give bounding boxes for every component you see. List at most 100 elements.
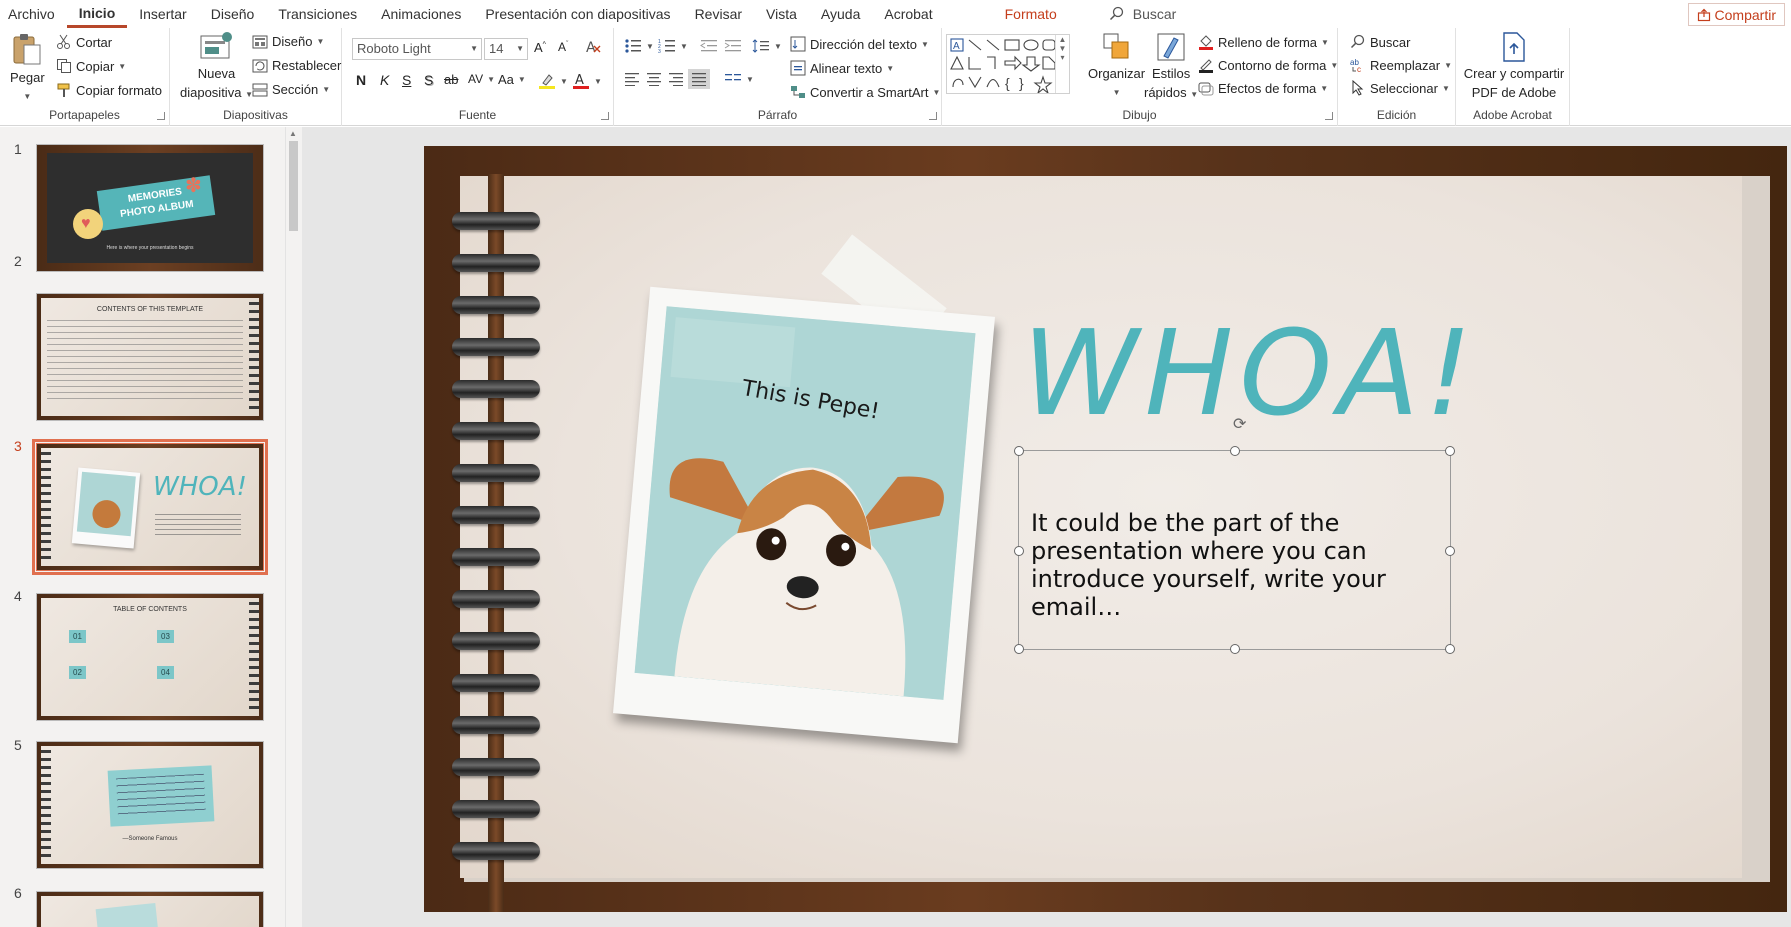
paste-button[interactable]: Pegar ▼	[10, 32, 45, 104]
slides-group-label: Diapositivas	[223, 108, 288, 122]
resize-handle[interactable]	[1230, 644, 1240, 654]
shapes-gallery-scroll[interactable]: ▲ ▼ ▾	[1055, 35, 1069, 93]
find-button[interactable]: Buscar	[1350, 34, 1410, 50]
highlight-button[interactable]: ▼	[538, 72, 568, 90]
copy-button[interactable]: Copiar ▼	[56, 58, 126, 74]
cut-button[interactable]: Cortar	[56, 34, 112, 50]
layout-button[interactable]: Diseño ▼	[252, 34, 324, 49]
shape-fill-button[interactable]: Relleno de forma ▼	[1198, 34, 1329, 50]
tab-formato[interactable]: Formato	[993, 0, 1069, 28]
tab-insertar[interactable]: Insertar	[127, 0, 198, 28]
font-color-button[interactable]: A ▼	[572, 72, 602, 90]
thumb-title: CONTENTS OF THIS TEMPLATE	[96, 306, 204, 313]
copy-format-button[interactable]: Copiar formato	[56, 82, 162, 98]
reset-label: Restablecer	[272, 58, 342, 73]
svg-text:A: A	[575, 73, 584, 88]
tab-presentacion[interactable]: Presentación con diapositivas	[473, 0, 682, 28]
share-label: Compartir	[1714, 6, 1776, 23]
reset-button[interactable]: Restablecer	[252, 58, 341, 73]
underline-button[interactable]: S	[402, 72, 411, 88]
slide-thumbnail-6[interactable]	[36, 891, 264, 927]
bold-button[interactable]: N	[356, 72, 366, 88]
tab-diseno[interactable]: Diseño	[199, 0, 267, 28]
share-icon	[1697, 8, 1710, 21]
paste-label: Pegar	[10, 70, 45, 85]
share-button[interactable]: Compartir	[1687, 3, 1785, 26]
resize-handle[interactable]	[1014, 546, 1024, 556]
group-clipboard: Pegar ▼ Cortar Copiar ▼ Copiar formato P…	[0, 28, 170, 126]
polaroid-frame[interactable]: This is Pepe!	[613, 286, 995, 744]
decrease-indent-button[interactable]	[700, 38, 718, 54]
smartart-button[interactable]: Convertir a SmartArt ▼	[790, 84, 940, 100]
italic-button[interactable]: K	[380, 72, 389, 88]
slide-thumbnail-1[interactable]: MEMORIES PHOTO ALBUM ♥ ✽ Here is where y…	[36, 144, 264, 272]
clipboard-launcher-icon[interactable]	[157, 112, 165, 120]
align-right-button[interactable]	[668, 72, 684, 86]
numbering-button[interactable]: 123 ▼	[658, 38, 688, 54]
search-box[interactable]: Buscar	[1109, 0, 1176, 28]
tab-vista[interactable]: Vista	[754, 0, 809, 28]
columns-button[interactable]: ▼	[724, 72, 754, 86]
grow-font-button[interactable]: A^	[534, 40, 546, 55]
tab-revisar[interactable]: Revisar	[683, 0, 754, 28]
thumbnail-scrollbar[interactable]: ▲	[285, 127, 300, 927]
resize-handle[interactable]	[1445, 644, 1455, 654]
tab-ayuda[interactable]: Ayuda	[809, 0, 872, 28]
strikethrough-button[interactable]: ab	[444, 72, 458, 87]
resize-handle[interactable]	[1445, 546, 1455, 556]
line-spacing-button[interactable]: ▼	[752, 38, 782, 54]
justify-button[interactable]	[688, 69, 710, 89]
align-center-button[interactable]	[646, 72, 662, 86]
change-case-button[interactable]: Aa ▼	[498, 72, 526, 87]
create-pdf-label-2: PDF de Adobe	[1471, 85, 1557, 100]
create-pdf-button[interactable]: Crear y compartir PDF de Adobe	[1464, 32, 1564, 100]
resize-handle[interactable]	[1445, 446, 1455, 456]
clear-format-button[interactable]: A	[584, 38, 602, 56]
select-button[interactable]: Seleccionar ▼	[1350, 80, 1450, 96]
quick-styles-button[interactable]: Estilos rápidos ▼	[1144, 32, 1198, 102]
dog-photo[interactable]	[634, 306, 976, 700]
slide-thumbnail-4[interactable]: TABLE OF CONTENTS 01 02 03 04	[36, 593, 264, 721]
slide-editor[interactable]: This is Pepe! WHOA! ⟳ It could be the pa…	[424, 146, 1787, 912]
tab-acrobat[interactable]: Acrobat	[872, 0, 944, 28]
bullets-button[interactable]: ▼	[624, 38, 654, 54]
replace-button[interactable]: ab c Reemplazar ▼	[1350, 57, 1452, 74]
align-text-button[interactable]: Alinear texto ▼	[790, 60, 894, 76]
scrollbar-thumb[interactable]	[289, 141, 298, 231]
body-text[interactable]: It could be the part of the presentation…	[1031, 509, 1440, 621]
copy-format-label: Copiar formato	[76, 82, 162, 98]
rotate-handle-icon[interactable]: ⟳	[1233, 414, 1246, 434]
tab-archivo[interactable]: Archivo	[0, 0, 67, 28]
font-launcher-icon[interactable]	[601, 112, 609, 120]
font-name-select[interactable]: Roboto Light ▼	[352, 38, 482, 60]
slide-thumbnail-5[interactable]: —Someone Famous	[36, 741, 264, 869]
drawing-launcher-icon[interactable]	[1325, 112, 1333, 120]
shadow-button[interactable]: S	[424, 72, 433, 88]
resize-handle[interactable]	[1230, 446, 1240, 456]
tab-transiciones[interactable]: Transiciones	[266, 0, 369, 28]
new-slide-button[interactable]: Nueva diapositiva ▼	[180, 32, 253, 102]
resize-handle[interactable]	[1014, 446, 1024, 456]
font-size-select[interactable]: 14 ▼	[484, 38, 528, 60]
slide-thumbnail-3[interactable]: WHOA!	[32, 439, 268, 575]
shrink-font-button[interactable]: Aˇ	[558, 40, 568, 54]
paragraph-launcher-icon[interactable]	[929, 112, 937, 120]
section-button[interactable]: Sección ▼	[252, 82, 330, 97]
shape-outline-button[interactable]: Contorno de forma ▼	[1198, 57, 1338, 73]
slide-thumbnail-2[interactable]: CONTENTS OF THIS TEMPLATE	[36, 293, 264, 421]
text-direction-button[interactable]: Dirección del texto ▼	[790, 36, 929, 52]
scroll-up-icon[interactable]: ▲	[289, 129, 297, 138]
shapes-gallery[interactable]: A {} ▲ ▼ ▾	[946, 34, 1070, 94]
increase-indent-button[interactable]	[724, 38, 742, 54]
tab-animaciones[interactable]: Animaciones	[369, 0, 473, 28]
tab-inicio[interactable]: Inicio	[66, 0, 128, 28]
group-font: Roboto Light ▼ 14 ▼ A^ Aˇ A N K S S ab A…	[342, 28, 614, 126]
arrange-button[interactable]: Organizar ▼	[1088, 32, 1145, 100]
align-left-button[interactable]	[624, 72, 640, 86]
slide-heading[interactable]: WHOA!	[1022, 304, 1478, 442]
char-spacing-button[interactable]: AV ▼	[468, 72, 495, 86]
group-slides: Nueva diapositiva ▼ Diseño ▼ Restablecer…	[170, 28, 342, 126]
shape-effects-button[interactable]: Efectos de forma ▼	[1198, 80, 1328, 96]
resize-handle[interactable]	[1014, 644, 1024, 654]
body-textbox[interactable]: It could be the part of the presentation…	[1014, 446, 1455, 654]
